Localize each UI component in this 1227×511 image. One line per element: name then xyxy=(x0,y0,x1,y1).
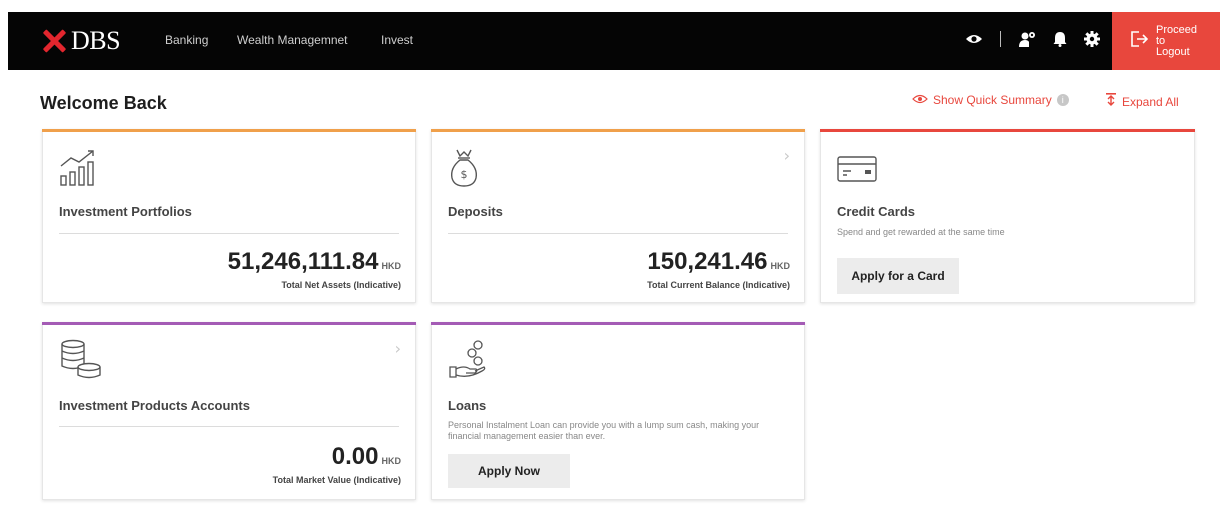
total-market-value-amount: 0.00 HKD xyxy=(332,443,401,471)
user-settings-icon[interactable] xyxy=(1018,31,1036,47)
total-current-balance-amount: 150,241.46 HKD xyxy=(647,248,790,276)
total-net-assets-amount: 51,246,111.84 HKD xyxy=(228,248,401,276)
card-accent-bar xyxy=(431,322,805,325)
deposits-card[interactable]: › $ Deposits 150,241.46 HKD Total Current… xyxy=(431,129,805,303)
currency-label: HKD xyxy=(770,261,791,271)
info-icon[interactable]: i xyxy=(1056,94,1069,106)
credit-card-icon xyxy=(837,156,877,187)
chevron-right-icon[interactable]: › xyxy=(784,146,790,165)
expand-all-link[interactable]: Expand All xyxy=(1106,93,1179,110)
amount-caption: Total Net Assets (Indicative) xyxy=(281,280,401,290)
credit-cards-card[interactable]: Credit Cards Spend and get rewarded at t… xyxy=(820,129,1195,303)
card-divider xyxy=(59,233,399,234)
investment-products-accounts-card[interactable]: › Investment Products Accounts 0.00 HKD T… xyxy=(42,322,416,500)
apply-for-card-button[interactable]: Apply for a Card xyxy=(837,258,959,294)
nav-banking[interactable]: Banking xyxy=(165,33,208,47)
card-title: Credit Cards xyxy=(837,204,916,219)
card-accent-bar xyxy=(42,322,416,325)
currency-label: HKD xyxy=(381,456,402,466)
amount-caption: Total Market Value (Indicative) xyxy=(272,475,401,485)
expand-all-label: Expand All xyxy=(1122,94,1179,109)
nav-separator xyxy=(1000,31,1001,47)
card-divider xyxy=(59,426,399,427)
svg-text:$: $ xyxy=(461,168,468,181)
nav-invest[interactable]: Invest xyxy=(381,33,413,47)
money-bag-icon: $ xyxy=(448,148,480,193)
brand-name: DBS xyxy=(71,26,121,55)
dbs-logo[interactable]: DBS xyxy=(42,25,121,57)
coins-stack-icon xyxy=(59,339,103,386)
apply-now-button[interactable]: Apply Now xyxy=(448,454,570,488)
hand-coins-icon xyxy=(448,339,488,384)
top-nav: DBS Banking Wealth Managemnet Invest Pro… xyxy=(8,12,1220,70)
eye-icon[interactable] xyxy=(965,33,983,45)
bell-icon[interactable] xyxy=(1053,31,1067,47)
loans-card[interactable]: Loans Personal Instalment Loan can provi… xyxy=(431,322,805,500)
expand-icon xyxy=(1106,93,1116,110)
logout-label: Proceed to Logout xyxy=(1156,23,1200,58)
amount-value: 150,241.46 xyxy=(647,248,768,275)
logout-label-line1: Proceed to xyxy=(1156,23,1197,47)
card-title: Loans xyxy=(448,398,487,413)
amount-caption: Total Current Balance (Indicative) xyxy=(647,280,790,290)
amount-value: 0.00 xyxy=(331,443,379,470)
eye-outline-icon xyxy=(912,93,928,107)
card-title: Investment Portfolios xyxy=(59,204,192,219)
nav-wealth-management[interactable]: Wealth Managemnet xyxy=(237,33,348,47)
card-accent-bar xyxy=(42,129,416,132)
dbs-star-icon xyxy=(42,29,66,53)
show-quick-summary-link[interactable]: Show Quick Summary i xyxy=(912,93,1069,107)
investment-portfolios-card[interactable]: Investment Portfolios 51,246,111.84 HKD T… xyxy=(42,129,416,303)
nav-icon-group xyxy=(965,31,1100,47)
logout-button[interactable]: Proceed to Logout xyxy=(1112,12,1220,70)
card-description: Personal Instalment Loan can provide you… xyxy=(448,420,760,441)
card-accent-bar xyxy=(820,129,1195,132)
card-title: Deposits xyxy=(448,204,503,219)
card-description: Spend and get rewarded at the same time xyxy=(837,227,1005,237)
amount-value: 51,246,111.84 xyxy=(227,248,379,275)
page-title: Welcome Back xyxy=(40,93,167,113)
chevron-right-icon[interactable]: › xyxy=(395,339,401,358)
currency-label: HKD xyxy=(381,261,402,271)
card-title: Investment Products Accounts xyxy=(59,398,250,413)
logout-icon xyxy=(1130,30,1150,53)
card-accent-bar xyxy=(431,129,805,132)
logout-label-line2: Logout xyxy=(1156,45,1190,58)
card-divider xyxy=(448,233,788,234)
show-quick-summary-label: Show Quick Summary xyxy=(933,93,1052,107)
chart-growth-icon xyxy=(59,148,99,191)
gear-icon[interactable] xyxy=(1084,31,1100,47)
